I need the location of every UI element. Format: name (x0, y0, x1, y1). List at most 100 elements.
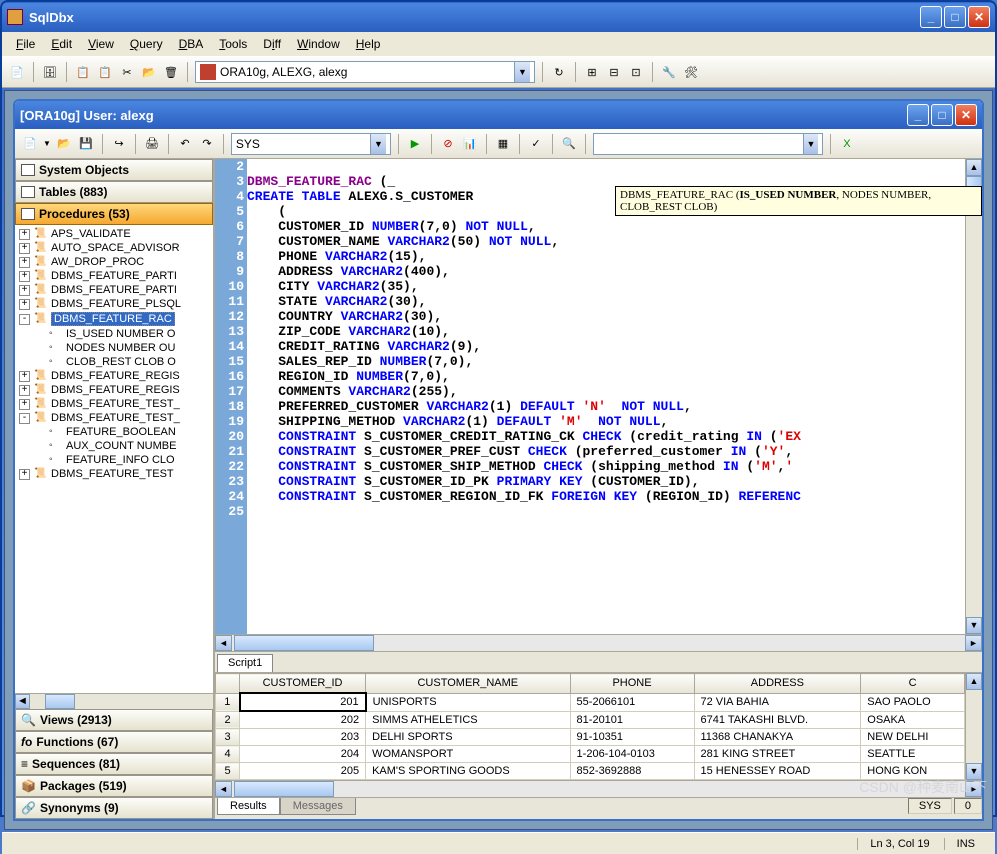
expand-icon[interactable]: - (19, 314, 30, 325)
maximize-button[interactable]: □ (944, 6, 966, 28)
cell[interactable]: OSAKA (861, 711, 965, 729)
minimize-button[interactable]: _ (920, 6, 942, 28)
table-row[interactable]: 2202SIMMS ATHELETICS81-201016741 TAKASHI… (216, 711, 965, 729)
tab-script1[interactable]: Script1 (217, 654, 273, 672)
menu-dba[interactable]: DBA (173, 35, 210, 53)
cell[interactable]: 1-206-104-0103 (570, 746, 694, 763)
grid-icon[interactable]: ▦ (494, 135, 512, 153)
search-input[interactable] (598, 137, 803, 151)
menu-tools[interactable]: Tools (213, 35, 253, 53)
expand-icon[interactable]: + (19, 385, 30, 396)
table-row[interactable]: 4204WOMANSPORT1-206-104-0103281 KING STR… (216, 746, 965, 763)
menu-edit[interactable]: Edit (45, 35, 78, 53)
save-icon[interactable]: 💾 (77, 135, 95, 153)
execute-icon[interactable]: ▶ (406, 135, 424, 153)
results-grid[interactable]: CUSTOMER_IDCUSTOMER_NAMEPHONEADDRESSC120… (215, 673, 982, 780)
grid-vscroll[interactable]: ▲▼ (965, 673, 982, 780)
cat-functions[interactable]: foFunctions (67) (15, 731, 213, 753)
excel-icon[interactable]: X (838, 135, 856, 153)
col-header[interactable]: CUSTOMER_NAME (366, 674, 570, 694)
cell[interactable]: 281 KING STREET (694, 746, 861, 763)
cascade-icon[interactable]: ⊞ (583, 63, 601, 81)
menu-window[interactable]: Window (291, 35, 346, 53)
tree-node[interactable]: +📜DBMS_FEATURE_TEST_ (17, 397, 211, 411)
new-connection-icon[interactable]: 📄 (8, 63, 26, 81)
chevron-down-icon[interactable]: ▼ (514, 62, 530, 82)
doc-minimize-button[interactable]: _ (907, 104, 929, 126)
expand-icon[interactable]: + (19, 371, 30, 382)
tree-node[interactable]: ◦FEATURE_INFO CLO (17, 453, 211, 467)
tab-results[interactable]: Results (217, 798, 280, 815)
col-header[interactable] (216, 674, 240, 694)
schema-combo[interactable]: SYS ▼ (231, 133, 391, 155)
code-area[interactable]: DBMS_FEATURE_RAC (_ CREATE TABLE ALEXG.S… (247, 159, 965, 634)
tools-icon[interactable]: 🛠 (682, 63, 700, 81)
tree-node[interactable]: +📜DBMS_FEATURE_PLSQL (17, 297, 211, 311)
row-header[interactable]: 2 (216, 711, 240, 729)
editor-hscroll[interactable]: ◄► (215, 634, 982, 651)
expand-icon[interactable]: + (19, 285, 30, 296)
chevron-down-icon[interactable]: ▼ (370, 134, 386, 154)
table-row[interactable]: 1201UNISPORTS55-206610172 VIA BAHIASAO P… (216, 693, 965, 711)
tree-node[interactable]: ◦NODES NUMBER OU (17, 341, 211, 355)
cell[interactable]: KAM'S SPORTING GOODS (366, 763, 570, 780)
cell[interactable]: SEATTLE (861, 746, 965, 763)
tile-h-icon[interactable]: ⊟ (605, 63, 623, 81)
open-script-icon[interactable]: 📂 (55, 135, 73, 153)
options-icon[interactable]: 🔧 (660, 63, 678, 81)
cat-tables[interactable]: Tables (883) (15, 181, 213, 203)
cell[interactable]: 55-2066101 (570, 693, 694, 711)
table-row[interactable]: 5205KAM'S SPORTING GOODS852-369288815 HE… (216, 763, 965, 780)
copy-icon[interactable]: 📋 (74, 63, 92, 81)
cell[interactable]: WOMANSPORT (366, 746, 570, 763)
delete-icon[interactable]: 🗑 (162, 63, 180, 81)
tree-node[interactable]: +📜DBMS_FEATURE_TEST (17, 467, 211, 481)
menu-help[interactable]: Help (350, 35, 387, 53)
cell[interactable]: 205 (240, 763, 366, 780)
open-icon[interactable]: 📂 (140, 63, 158, 81)
check-icon[interactable]: ✓ (527, 135, 545, 153)
cell[interactable]: SAO PAOLO (861, 693, 965, 711)
cell[interactable]: 81-20101 (570, 711, 694, 729)
stop-icon[interactable]: ⊘ (439, 135, 457, 153)
tree-node[interactable]: +📜DBMS_FEATURE_PARTI (17, 283, 211, 297)
expand-icon[interactable]: + (19, 399, 30, 410)
cell[interactable]: 201 (240, 693, 366, 711)
expand-icon[interactable]: + (19, 299, 30, 310)
cell[interactable]: NEW DELHI (861, 729, 965, 746)
print-icon[interactable]: 🖨 (143, 135, 161, 153)
expand-icon[interactable]: + (19, 469, 30, 480)
tile-v-icon[interactable]: ⊡ (627, 63, 645, 81)
export-icon[interactable]: ↪ (110, 135, 128, 153)
cat-system-objects[interactable]: System Objects (15, 159, 213, 181)
expand-icon[interactable]: + (19, 257, 30, 268)
col-header[interactable]: PHONE (570, 674, 694, 694)
tree-node[interactable]: +📜DBMS_FEATURE_REGIS (17, 383, 211, 397)
cat-sequences[interactable]: ≡Sequences (81) (15, 753, 213, 775)
tree-node[interactable]: +📜AUTO_SPACE_ADVISOR (17, 241, 211, 255)
tree-node[interactable]: ◦AUX_COUNT NUMBE (17, 439, 211, 453)
expand-icon[interactable]: + (19, 243, 30, 254)
close-button[interactable]: ✕ (968, 6, 990, 28)
cat-synonyms[interactable]: 🔗Synonyms (9) (15, 797, 213, 819)
row-header[interactable]: 4 (216, 746, 240, 763)
cell[interactable]: 72 VIA BAHIA (694, 693, 861, 711)
cell[interactable]: UNISPORTS (366, 693, 570, 711)
col-header[interactable]: ADDRESS (694, 674, 861, 694)
cat-procedures[interactable]: Procedures (53) (15, 203, 213, 225)
cell[interactable]: 852-3692888 (570, 763, 694, 780)
connection-combo[interactable]: ORA10g, ALEXG, alexg ▼ (195, 61, 535, 83)
expand-icon[interactable]: + (19, 229, 30, 240)
cat-packages[interactable]: 📦Packages (519) (15, 775, 213, 797)
tree-node[interactable]: -📜DBMS_FEATURE_TEST_ (17, 411, 211, 425)
plan-icon[interactable]: 📊 (461, 135, 479, 153)
expand-icon[interactable]: - (19, 413, 30, 424)
tree-node[interactable]: ◦CLOB_REST CLOB O (17, 355, 211, 369)
cell[interactable]: 15 HENESSEY ROAD (694, 763, 861, 780)
doc-maximize-button[interactable]: □ (931, 104, 953, 126)
menu-view[interactable]: View (82, 35, 120, 53)
cell[interactable]: 202 (240, 711, 366, 729)
row-header[interactable]: 3 (216, 729, 240, 746)
cell[interactable]: DELHI SPORTS (366, 729, 570, 746)
menu-query[interactable]: Query (124, 35, 169, 53)
